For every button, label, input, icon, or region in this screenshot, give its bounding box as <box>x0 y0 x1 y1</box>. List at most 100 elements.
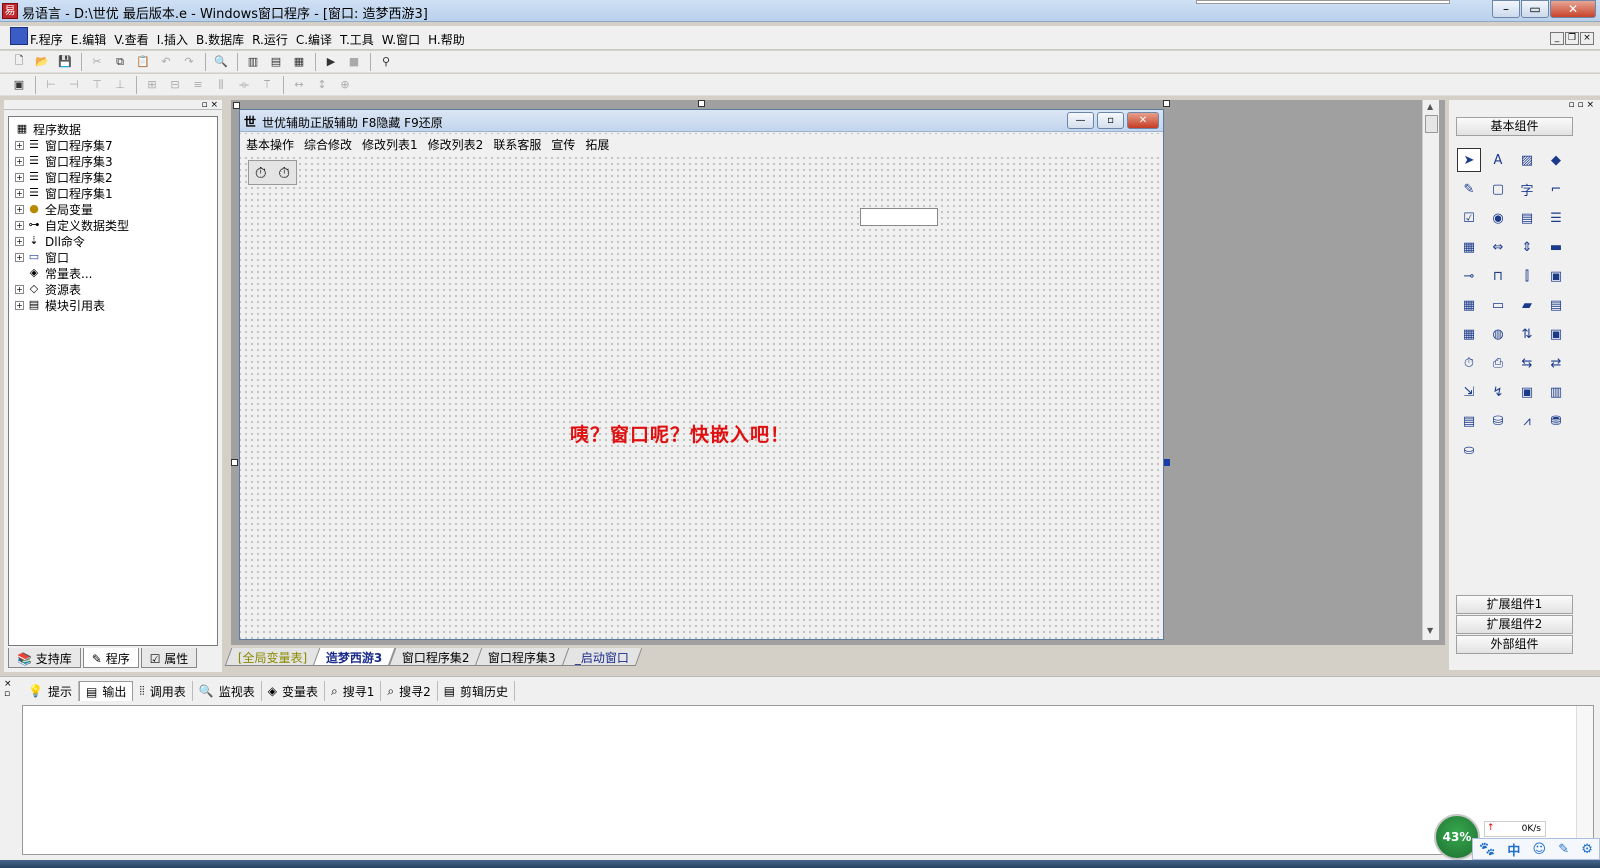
form-menu-modify[interactable]: 综合修改 <box>304 136 352 153</box>
scroll-down-icon[interactable]: ▼ <box>1427 626 1433 635</box>
db-provider-icon[interactable]: ⛁ <box>1486 409 1510 433</box>
center-horizontal-icon[interactable]: ⊞ <box>143 76 161 94</box>
tree-root[interactable]: ▦ 程序数据 <box>11 121 215 137</box>
smiley-icon[interactable]: ☺ <box>1533 842 1547 857</box>
pen-icon[interactable]: ✎ <box>1558 842 1569 857</box>
redo-icon[interactable]: ↷ <box>180 53 198 71</box>
form-maximize-button[interactable]: ▫ <box>1097 112 1124 129</box>
save-icon[interactable]: 💾 <box>56 53 74 71</box>
group-box-icon[interactable]: ▢ <box>1486 177 1510 201</box>
timer-icon[interactable]: ⏱ <box>1457 351 1481 375</box>
new-file-icon[interactable]: 🗋 <box>10 53 28 71</box>
vscroll-icon[interactable]: ⇕ <box>1515 235 1539 259</box>
odbc-icon[interactable]: ⛃ <box>1544 409 1568 433</box>
label-icon[interactable]: A <box>1486 148 1510 172</box>
center-vertical-icon[interactable]: ⊟ <box>166 76 184 94</box>
toolbox-ext2[interactable]: 扩展组件2 <box>1456 615 1573 634</box>
calendar-icon[interactable]: ▦ <box>1457 322 1481 346</box>
resize-width-icon[interactable]: ↔ <box>290 76 308 94</box>
form-menu-extend[interactable]: 拓展 <box>585 136 609 153</box>
globe-icon[interactable]: ◍ <box>1486 322 1510 346</box>
menu-database[interactable]: B.数据库 <box>196 31 244 48</box>
menu-window[interactable]: W.窗口 <box>382 31 420 48</box>
tab-control-icon[interactable]: ⊓ <box>1486 264 1510 288</box>
mdi-restore-button[interactable]: ❐ <box>1565 32 1579 45</box>
tree-item[interactable]: + ◇ 资源表 <box>11 281 215 297</box>
align-right-icon[interactable]: ⊣ <box>65 76 83 94</box>
layout-right-icon[interactable]: ▦ <box>290 53 308 71</box>
panel-close-icon[interactable]: ▫ × <box>201 100 218 110</box>
client-icon[interactable]: ⇲ <box>1457 380 1481 404</box>
toolbox-basic-header[interactable]: 基本组件 <box>1456 117 1573 136</box>
form-icon[interactable]: ▣ <box>10 76 28 94</box>
timer-components[interactable]: ⏱ ⏱ <box>248 160 297 185</box>
ime-mode[interactable]: 中 <box>1507 840 1520 859</box>
toolbar-icon[interactable]: ▣ <box>1544 322 1568 346</box>
layout-bottom-icon[interactable]: ▤ <box>267 53 285 71</box>
panel-icon[interactable]: ▥ <box>1544 380 1568 404</box>
binoculars-icon[interactable]: ⚲ <box>377 53 395 71</box>
odbc-provider-icon[interactable]: ⛀ <box>1457 438 1481 462</box>
form-designer[interactable]: 世 世优辅助正版辅助 F8隐藏 F9还原 — ▫ ✕ 基本操作 综合修改 修改列… <box>231 100 1445 645</box>
tree-item[interactable]: + ● 全局变量 <box>11 201 215 217</box>
minimize-button[interactable]: – <box>1492 0 1520 18</box>
designer-scrollbar[interactable]: ▲ ▼ <box>1422 100 1439 640</box>
tab-watch[interactable]: 🔍 监视表 <box>193 681 262 701</box>
mdi-close-button[interactable]: × <box>1580 32 1594 45</box>
progress-icon[interactable]: ▬ <box>1544 235 1568 259</box>
expand-icon[interactable]: + <box>15 284 24 294</box>
check-list-icon[interactable]: ▦ <box>1457 235 1481 259</box>
expand-icon[interactable]: + <box>15 300 24 310</box>
network-icon[interactable]: ⇆ <box>1515 351 1539 375</box>
ime-toolbar[interactable]: 🐾 中 ☺ ✎ ⚙ <box>1472 838 1600 860</box>
align-left-icon[interactable]: ⊢ <box>42 76 60 94</box>
menu-tools[interactable]: T.工具 <box>340 31 374 48</box>
spin-icon[interactable]: ⇅ <box>1515 322 1539 346</box>
slider-icon[interactable]: ⊸ <box>1457 264 1481 288</box>
tab-properties[interactable]: ☑ 属性 <box>140 648 198 668</box>
tab-support-library[interactable]: 📚 支持库 <box>8 648 81 668</box>
output-textarea[interactable] <box>22 705 1594 855</box>
checkbox-icon[interactable]: ☑ <box>1457 206 1481 230</box>
form-edit-box[interactable] <box>860 208 938 226</box>
space-horizontal-icon[interactable]: ⟛ <box>235 76 253 94</box>
tab-program[interactable]: ✎ 程序 <box>82 648 139 668</box>
expand-icon[interactable]: + <box>15 236 24 246</box>
cut-icon[interactable]: ✂ <box>88 53 106 71</box>
same-height-icon[interactable]: ⫼ <box>212 76 230 94</box>
expand-icon[interactable]: + <box>15 252 24 262</box>
form-menu-list2[interactable]: 修改列表2 <box>428 136 484 153</box>
tree-item[interactable]: + ☰ 窗口程序集3 <box>11 153 215 169</box>
chart-icon[interactable]: ⩘ <box>1515 409 1539 433</box>
network2-icon[interactable]: ⇄ <box>1544 351 1568 375</box>
picture-icon[interactable]: ▨ <box>1515 148 1539 172</box>
tab-variables[interactable]: ◈ 变量表 <box>262 681 325 701</box>
edit-box-icon[interactable]: ✎ <box>1457 177 1481 201</box>
image-box-icon[interactable]: ▣ <box>1544 264 1568 288</box>
radio-icon[interactable]: ◉ <box>1486 206 1510 230</box>
gear-icon[interactable]: ⚙ <box>1581 842 1593 857</box>
same-width-icon[interactable]: ≡ <box>189 76 207 94</box>
resize-handle[interactable] <box>1163 100 1170 107</box>
menu-compile[interactable]: C.编译 <box>296 31 332 48</box>
tree-item[interactable]: + ☰ 窗口程序集7 <box>11 137 215 153</box>
pipe-icon[interactable]: ↯ <box>1486 380 1510 404</box>
menu-program[interactable]: F.程序 <box>30 31 63 48</box>
tree-item[interactable]: + ☰ 窗口程序集2 <box>11 169 215 185</box>
document-icon[interactable]: ▤ <box>1544 293 1568 317</box>
pointer-icon[interactable]: ➤ <box>1457 148 1481 172</box>
db-table-icon[interactable]: ▤ <box>1457 409 1481 433</box>
status-bar-icon[interactable]: ▭ <box>1486 293 1510 317</box>
list-box-icon[interactable]: ☰ <box>1544 206 1568 230</box>
tab-search2[interactable]: ⌕ 搜寻2 <box>381 681 438 701</box>
expand-icon[interactable]: + <box>15 204 24 214</box>
printer-icon[interactable]: ⎙ <box>1486 351 1510 375</box>
paw-icon[interactable]: 🐾 <box>1479 842 1495 857</box>
text-icon[interactable]: 字 <box>1515 177 1539 201</box>
mdi-minimize-button[interactable]: _ <box>1550 32 1564 45</box>
menu-help[interactable]: H.帮助 <box>428 31 465 48</box>
design-form[interactable]: 世 世优辅助正版辅助 F8隐藏 F9还原 — ▫ ✕ 基本操作 综合修改 修改列… <box>239 109 1164 640</box>
tab-call-stack[interactable]: ⦙⦙ 调用表 <box>133 681 193 701</box>
expand-icon[interactable]: + <box>15 140 24 150</box>
resize-handle[interactable] <box>698 100 705 107</box>
